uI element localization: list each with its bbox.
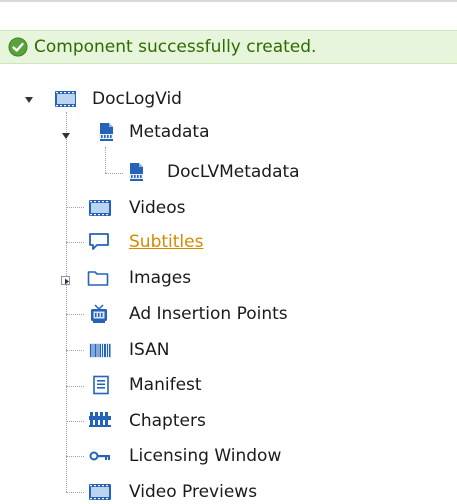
tree-node-label[interactable]: Manifest <box>129 375 202 395</box>
tv-icon <box>91 304 107 323</box>
collapse-toggle[interactable] <box>24 95 33 104</box>
metadata-icon <box>99 123 113 141</box>
video-icon <box>55 91 76 107</box>
tree-connector <box>66 350 84 351</box>
component-tree: DocLogVid Metadata DocLVMetadata Videos … <box>0 0 457 504</box>
tree-node-label[interactable]: Video Previews <box>129 482 257 502</box>
tree-node-label[interactable]: Licensing Window <box>129 446 281 466</box>
video-icon <box>89 484 111 500</box>
tree-connector <box>66 207 84 208</box>
speech-bubble-icon <box>89 233 109 250</box>
tree-node-label[interactable]: DocLVMetadata <box>167 162 300 182</box>
tree-connector <box>105 173 123 174</box>
chapters-icon <box>89 412 111 427</box>
tree-connector <box>66 421 84 422</box>
expand-toggle[interactable] <box>61 276 70 285</box>
key-icon <box>89 451 110 461</box>
tree-connector <box>66 492 84 493</box>
tree-connector <box>66 386 84 387</box>
tree-connector <box>105 147 106 173</box>
tree-node-label[interactable]: Ad Insertion Points <box>129 304 288 324</box>
tree-node-label[interactable]: Subtitles <box>129 232 203 252</box>
document-icon <box>93 375 109 395</box>
tree-node-label[interactable]: Videos <box>129 198 186 218</box>
metadata-icon <box>129 163 143 181</box>
tree-node-label[interactable]: Chapters <box>129 411 206 431</box>
tree-node-label[interactable]: DocLogVid <box>92 89 182 109</box>
tree-node-label[interactable]: ISAN <box>129 340 169 360</box>
tree-connector <box>66 112 67 492</box>
tree-connector <box>66 456 84 457</box>
tree-node-label[interactable]: Metadata <box>129 122 210 142</box>
tree-node-label[interactable]: Images <box>129 268 191 288</box>
collapse-toggle[interactable] <box>61 131 70 140</box>
folder-icon <box>87 271 109 286</box>
barcode-icon <box>89 343 111 358</box>
tree-connector <box>66 242 84 243</box>
video-icon <box>89 200 111 216</box>
tree-connector <box>66 314 84 315</box>
